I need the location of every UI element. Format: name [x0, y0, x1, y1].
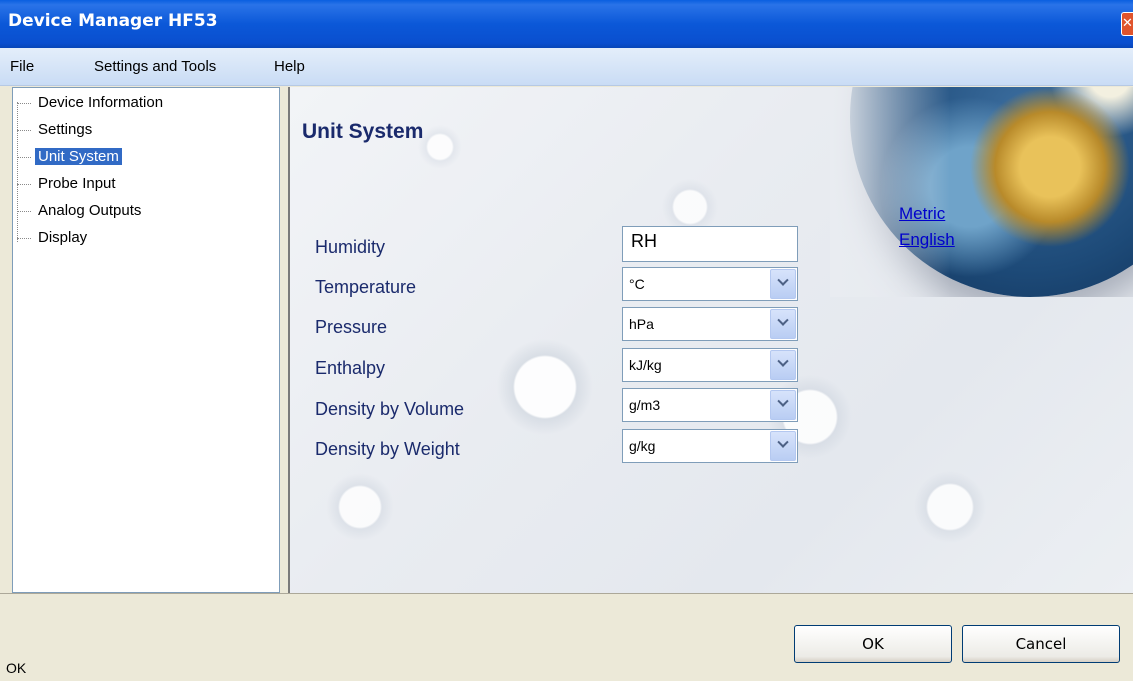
chevron-down-icon[interactable] [770, 269, 796, 299]
temperature-value: °C [629, 276, 645, 292]
metric-link[interactable]: Metric [899, 204, 945, 224]
tree-connector [17, 211, 31, 212]
tree-item-label: Display [38, 229, 88, 246]
temperature-label: Temperature [315, 277, 417, 297]
menu-file[interactable]: File [10, 58, 34, 75]
chevron-down-icon[interactable] [770, 431, 796, 461]
menu-settings-and-tools[interactable]: Settings and Tools [94, 58, 216, 75]
close-icon[interactable]: ✕ [1121, 12, 1133, 36]
enthalpy-value: kJ/kg [629, 357, 662, 373]
enthalpy-select[interactable]: kJ/kg [622, 348, 798, 382]
ok-button[interactable]: OK [794, 625, 952, 663]
tree-connector [17, 184, 31, 185]
tree-connector [17, 238, 31, 239]
tree-item-label: Settings [38, 121, 93, 138]
status-text: OK [6, 660, 27, 676]
humidity-label: Humidity [315, 237, 386, 257]
tree-item-label: Probe Input [38, 175, 116, 192]
window-title: Device Manager HF53 [8, 11, 218, 31]
density-by-weight-select[interactable]: g/kg [622, 429, 798, 463]
title-bar: Device Manager HF53 ✕ [0, 0, 1133, 48]
chevron-down-icon[interactable] [770, 390, 796, 420]
density-by-volume-select[interactable]: g/m3 [622, 388, 798, 422]
english-link[interactable]: English [899, 230, 955, 250]
navigation-tree: Device Information Settings Unit System … [12, 87, 280, 593]
cancel-button[interactable]: Cancel [962, 625, 1120, 663]
temperature-select[interactable]: °C [622, 267, 798, 301]
menu-help[interactable]: Help [274, 58, 305, 75]
humidity-field[interactable]: RH [622, 226, 798, 262]
tree-connector [17, 130, 31, 131]
tree-item-label: Unit System [35, 148, 122, 165]
menu-bar: File Settings and Tools Help [0, 48, 1133, 86]
tree-connector [17, 103, 31, 104]
tree-connector [17, 157, 31, 158]
pressure-value: hPa [629, 316, 654, 332]
page-title: Unit System [302, 120, 424, 143]
chevron-down-icon[interactable] [770, 309, 796, 339]
tree-item-label: Device Information [38, 94, 164, 111]
chevron-down-icon[interactable] [770, 350, 796, 380]
divider [0, 593, 1133, 594]
density-by-weight-value: g/kg [629, 438, 656, 454]
enthalpy-label: Enthalpy [315, 358, 386, 378]
globe-fade [830, 87, 950, 297]
pressure-label: Pressure [315, 317, 388, 337]
density-by-volume-value: g/m3 [629, 397, 661, 413]
density-by-weight-label: Density by Weight [315, 439, 460, 459]
tree-item-label: Analog Outputs [38, 202, 142, 219]
tree-connector [17, 102, 18, 242]
content-panel: Unit System Metric English Humidity RH T… [288, 87, 1133, 593]
globe-image [830, 87, 1133, 297]
pressure-select[interactable]: hPa [622, 307, 798, 341]
density-by-volume-label: Density by Volume [315, 399, 465, 419]
